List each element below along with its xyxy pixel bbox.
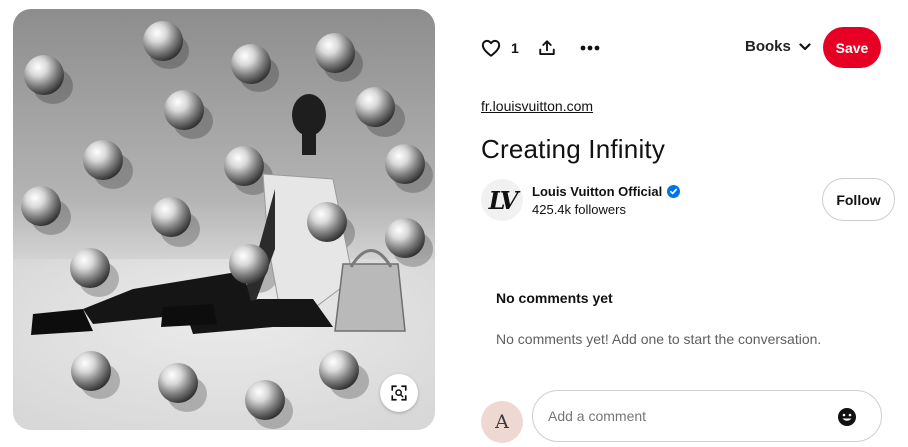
react-button[interactable] — [478, 35, 504, 61]
reaction-count: 1 — [511, 40, 519, 56]
creator-followers: 425.4k followers — [532, 202, 626, 217]
more-options-button[interactable] — [577, 35, 603, 61]
comments-heading: No comments yet — [496, 290, 613, 306]
visual-search-button[interactable] — [380, 374, 418, 412]
visual-search-icon — [391, 385, 407, 401]
follow-button[interactable]: Follow — [822, 178, 895, 221]
chevron-down-icon — [799, 42, 811, 50]
share-button[interactable] — [535, 35, 559, 61]
comment-box — [532, 390, 882, 442]
save-button[interactable]: Save — [823, 27, 881, 68]
pin-image-scene — [13, 21, 435, 430]
comment-input[interactable] — [548, 405, 828, 427]
emoji-icon — [838, 408, 856, 426]
creator-logo: LV — [488, 185, 519, 215]
heart-icon — [481, 39, 501, 57]
more-icon — [580, 45, 600, 51]
creator-name-row[interactable]: Louis Vuitton Official — [532, 184, 681, 199]
verified-icon — [667, 185, 681, 198]
user-avatar[interactable]: A — [481, 401, 523, 443]
share-icon — [539, 40, 555, 55]
emoji-button[interactable] — [837, 407, 857, 427]
comments-empty-message: No comments yet! Add one to start the co… — [496, 331, 822, 347]
pin-title: Creating Infinity — [481, 134, 666, 164]
pin-image[interactable] — [13, 9, 435, 430]
board-selector[interactable]: Books — [745, 38, 811, 55]
creator-name: Louis Vuitton Official — [532, 184, 663, 199]
source-link[interactable]: fr.louisvuitton.com — [481, 98, 593, 114]
creator-avatar[interactable]: LV — [481, 179, 523, 221]
board-name: Books — [745, 38, 791, 55]
